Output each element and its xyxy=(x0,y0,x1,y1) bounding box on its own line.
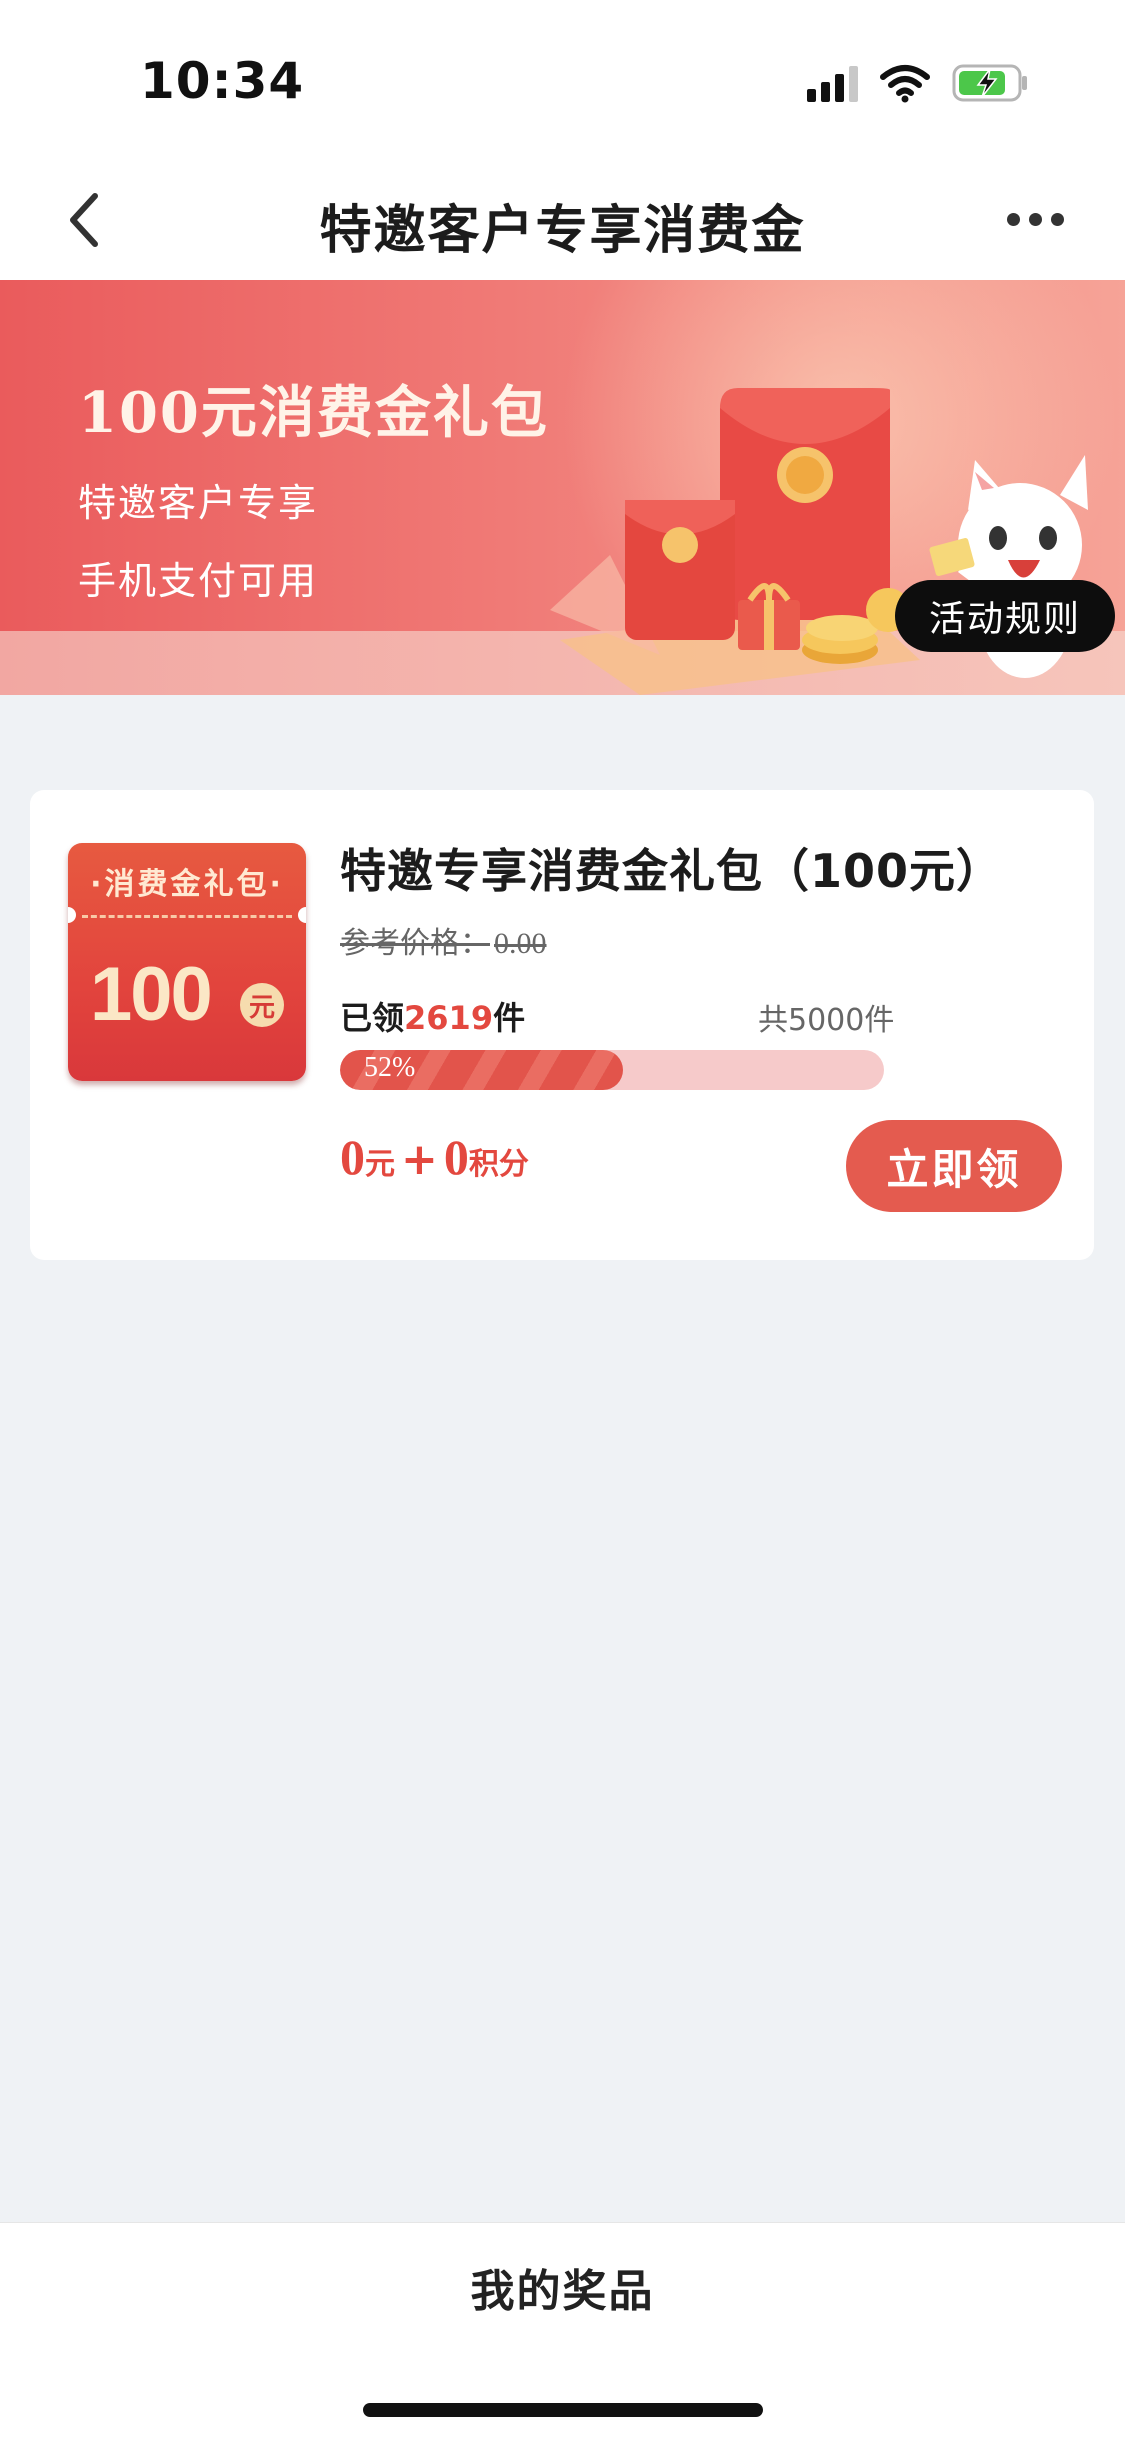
more-dots-icon xyxy=(1006,212,1020,226)
coupon-divider xyxy=(82,915,292,918)
cellular-signal-icon xyxy=(807,64,858,102)
reference-price-value: 0.00 xyxy=(494,927,547,960)
claimed-count: 已领2619件 xyxy=(340,993,525,1039)
bottom-bar: 我的奖品 xyxy=(0,2222,1125,2440)
coupon-label: ·消费金礼包· xyxy=(90,867,284,902)
coupon-notch xyxy=(298,907,306,923)
total-count: 共5000件 xyxy=(758,1003,895,1038)
banner-subtitle-2: 手机支付可用 xyxy=(78,559,319,603)
claimed-prefix: 已领 xyxy=(340,999,405,1037)
coupon-unit-badge: 元 xyxy=(240,983,284,1027)
reference-price-label: 参考价格： xyxy=(340,926,490,961)
my-prizes-button[interactable]: 我的奖品 xyxy=(0,2255,1125,2319)
status-icons xyxy=(807,58,1030,108)
banner-title: 100元消费金礼包 xyxy=(78,380,549,446)
coupon-amount: 100 xyxy=(90,952,213,1037)
activity-rules-button[interactable]: 活动规则 xyxy=(894,580,1115,652)
battery-charging-icon xyxy=(952,64,1027,102)
wifi-icon xyxy=(880,65,930,103)
redeem-price: 0元 +0积分 xyxy=(340,1128,529,1186)
coupon-notch xyxy=(68,907,76,923)
progress-percent: 52% xyxy=(364,1052,416,1083)
price-cash: 0 xyxy=(340,1129,365,1185)
product-card: ·消费金礼包· 100 元 特邀专享消费金礼包（100元） 参考价格： 0.00 … xyxy=(30,790,1094,1260)
price-points: 0 xyxy=(443,1129,469,1185)
claimed-number: 2619 xyxy=(404,999,494,1037)
status-bar: 10:34 xyxy=(0,0,1125,160)
status-time: 10:34 xyxy=(140,52,305,110)
price-cash-unit: 元 xyxy=(365,1147,395,1182)
home-indicator xyxy=(363,2403,763,2417)
claim-now-button[interactable]: 立即领 xyxy=(846,1120,1062,1212)
price-plus: + xyxy=(401,1134,438,1185)
banner-subtitle: 特邀客户专享 xyxy=(78,481,319,525)
reference-price: 参考价格： 0.00 xyxy=(340,918,547,962)
more-options-button[interactable] xyxy=(995,194,1075,244)
claim-progress-bar: 52% xyxy=(340,1050,884,1090)
coupon-thumbnail: ·消费金礼包· 100 元 xyxy=(68,843,306,1081)
product-title: 特邀专享消费金礼包（100元） xyxy=(340,844,1004,898)
page-title: 特邀客户专享消费金 xyxy=(319,201,806,261)
nav-bar: 特邀客户专享消费金 xyxy=(0,160,1125,280)
price-points-unit: 积分 xyxy=(468,1147,529,1182)
promo-banner: 100元消费金礼包 特邀客户专享 手机支付可用 活动规则 xyxy=(0,280,1125,695)
claimed-suffix: 件 xyxy=(493,999,526,1037)
